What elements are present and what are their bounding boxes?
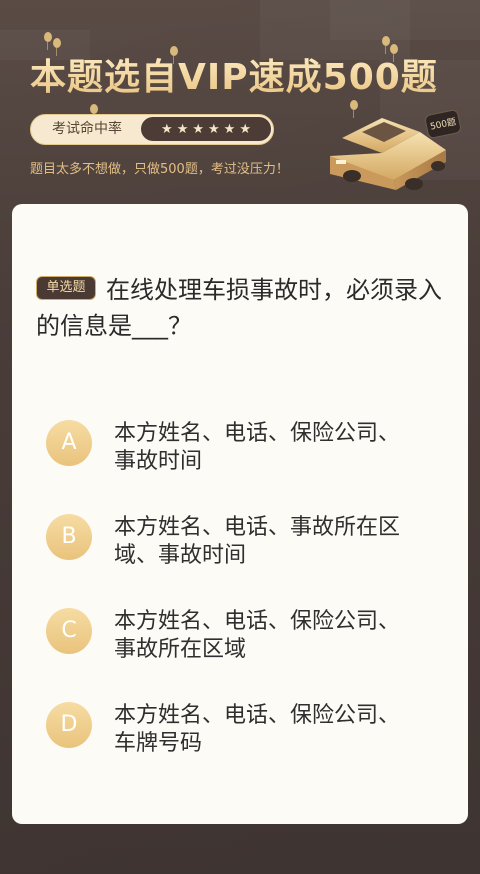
question-type-badge: 单选题 <box>36 276 96 300</box>
option-letter: A <box>46 420 92 466</box>
page-title: 本题选自VIP速成500题 <box>30 48 450 100</box>
option-text: 本方姓名、电话、保险公司、车牌号码 <box>114 703 401 756</box>
option-a[interactable]: A 本方姓名、电话、保险公司、事故时间 <box>46 420 446 490</box>
balloon-decoration <box>53 38 61 56</box>
star-rating: ★ ★ ★ ★ ★ ★ <box>141 117 271 141</box>
star-icon: ★ <box>176 121 189 137</box>
option-letter: C <box>46 608 92 654</box>
balloon-decoration <box>90 104 98 122</box>
option-text: 本方姓名、电话、保险公司、事故所在区域 <box>114 609 401 662</box>
question: 单选题 在线处理车损事故时，必须录入的信息是___？ <box>36 272 448 344</box>
option-text: 本方姓名、电话、保险公司、事故时间 <box>114 421 401 474</box>
star-icon: ★ <box>192 121 204 137</box>
header-subtitle: 题目太多不想做，只做500题，考过没压力！ <box>30 162 289 177</box>
header: 本题选自VIP速成500题 考试命中率 ★ ★ ★ ★ ★ ★ 题目太多不想做，… <box>0 0 480 205</box>
balloon-decoration <box>44 32 52 50</box>
option-c[interactable]: C 本方姓名、电话、保险公司、事故所在区域 <box>46 608 446 678</box>
star-icon: ★ <box>208 121 220 137</box>
hit-rate-pill: 考试命中率 ★ ★ ★ ★ ★ ★ <box>30 114 274 145</box>
hit-rate-label: 考试命中率 <box>52 121 122 137</box>
option-letter: B <box>46 514 92 560</box>
option-d[interactable]: D 本方姓名、电话、保险公司、车牌号码 <box>46 702 446 772</box>
star-icon: ★ <box>161 121 173 137</box>
question-text: 在线处理车损事故时，必须录入的信息是___？ <box>36 276 442 340</box>
option-b[interactable]: B 本方姓名、电话、事故所在区域、事故时间 <box>46 514 446 584</box>
star-icon: ★ <box>223 121 236 137</box>
option-letter: D <box>46 702 92 748</box>
option-text: 本方姓名、电话、事故所在区域、事故时间 <box>114 515 401 568</box>
balloon-decoration <box>382 36 390 54</box>
star-icon: ★ <box>239 121 251 137</box>
